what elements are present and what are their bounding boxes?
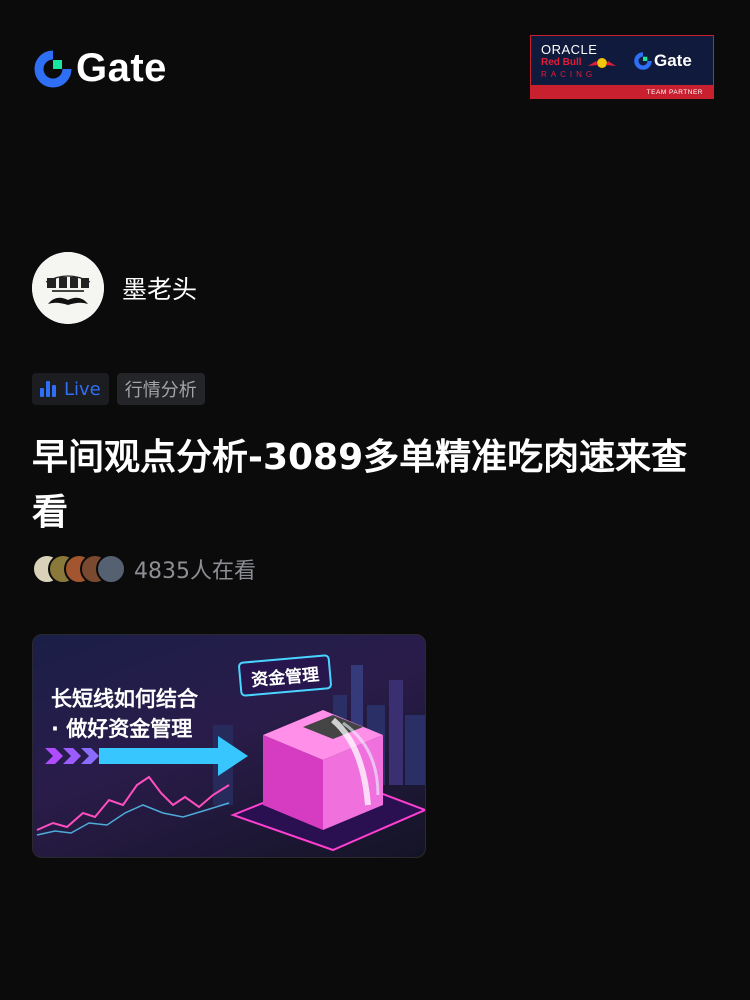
partner-redbull-text: Red Bull: [541, 57, 582, 68]
post-thumbnail[interactable]: 资金管理 长短线如何结合 · 做好资金管理: [32, 634, 426, 858]
partner-gate-logo: Gate: [634, 51, 692, 71]
partner-banner: ORACLE Red Bull RACING Gate TEAM PARTNER: [530, 35, 714, 99]
thumbnail-artwork: [36, 665, 425, 852]
tag-row: Live 行情分析: [32, 373, 205, 405]
live-tag-label: Live: [64, 378, 101, 400]
gate-logo-text: Gate: [76, 46, 167, 90]
category-tag[interactable]: 行情分析: [116, 373, 205, 405]
partner-oracle-text: ORACLE: [541, 42, 598, 57]
viewer-avatar: [96, 554, 126, 584]
live-bars-icon: [40, 381, 56, 397]
mustache-logo-icon: [32, 252, 104, 324]
viewer-count: 4835人在看: [134, 559, 256, 584]
category-tag-label: 行情分析: [124, 380, 197, 401]
partner-badge-text: TEAM PARTNER: [646, 89, 703, 96]
redbull-bulls-icon: [588, 58, 616, 68]
viewer-row: 4835人在看: [32, 553, 256, 585]
thumbnail-headline-2: · 做好资金管理: [51, 717, 193, 741]
gate-logo: Gate: [34, 46, 167, 91]
partner-racing-text: RACING: [541, 70, 597, 79]
thumbnail-headline-1: 长短线如何结合: [51, 687, 198, 711]
post-title: 早间观点分析-3089多单精准吃肉速来查看: [32, 437, 688, 533]
author-avatar[interactable]: [32, 252, 104, 324]
viewer-avatar-stack: [32, 554, 126, 584]
gate-logo-icon: [34, 49, 72, 87]
partner-gate-icon: [634, 52, 652, 70]
author-name[interactable]: 墨老头: [122, 270, 197, 306]
author-row[interactable]: 墨老头: [32, 252, 197, 324]
live-tag[interactable]: Live: [32, 373, 109, 405]
partner-gate-text: Gate: [654, 51, 692, 70]
